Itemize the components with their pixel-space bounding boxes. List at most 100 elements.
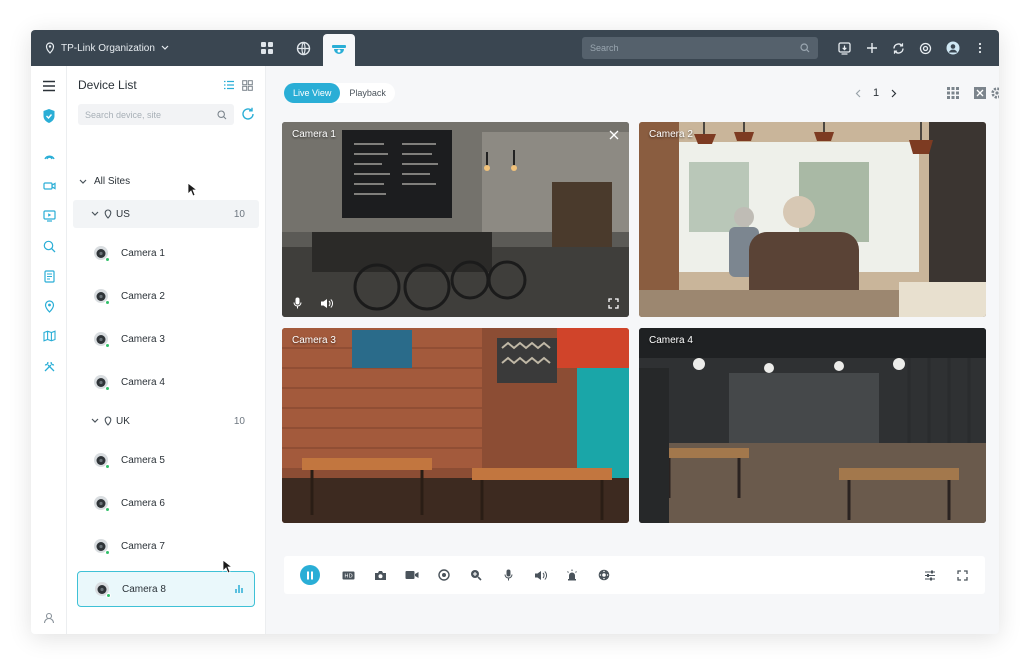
page-navigator: 1 — [851, 84, 901, 102]
dashboard-nav-button[interactable] — [251, 30, 283, 66]
user-avatar-button[interactable] — [939, 30, 966, 66]
camera-item-6[interactable]: Camera 6 — [77, 485, 255, 521]
record-button[interactable] — [402, 565, 422, 585]
site-node-us[interactable]: US 10 — [73, 200, 259, 228]
prev-page-button[interactable] — [851, 89, 865, 98]
svg-text:HD: HD — [344, 573, 352, 579]
logo — [39, 106, 59, 126]
rail-search-button[interactable] — [39, 236, 59, 256]
adjust-settings-button[interactable] — [920, 565, 940, 585]
camera-item-2[interactable]: Camera 2 — [77, 278, 255, 314]
camera-name: Camera 7 — [121, 540, 165, 552]
global-search-input[interactable]: Search — [582, 37, 818, 59]
camera-name: Camera 4 — [121, 376, 165, 388]
location-icon — [44, 299, 54, 313]
camera-item-4[interactable]: Camera 4 — [77, 364, 255, 400]
sync-button[interactable] — [885, 30, 912, 66]
location-pin-icon — [45, 42, 55, 54]
dome-camera-icon — [332, 45, 346, 54]
rail-location-button[interactable] — [39, 296, 59, 316]
online-status-dot — [105, 386, 110, 391]
camera-name: Camera 2 — [121, 290, 165, 302]
app-window: TP-Link Organization Search Device List … — [31, 30, 999, 634]
device-list-title: Device List — [78, 78, 137, 92]
tab-playback[interactable]: Playback — [340, 83, 395, 103]
rail-tools-button[interactable] — [39, 356, 59, 376]
menu-toggle-button[interactable] — [39, 76, 59, 96]
pause-icon — [307, 571, 313, 579]
camera-item-5[interactable]: Camera 5 — [77, 442, 255, 478]
layout-grid-button[interactable] — [943, 83, 963, 103]
rail-playback-button[interactable] — [39, 206, 59, 226]
fullscreen-button[interactable] — [952, 565, 972, 585]
chevron-right-icon — [891, 89, 897, 97]
online-status-dot — [105, 300, 110, 305]
chevron-down-icon — [161, 45, 169, 50]
ptz-button[interactable] — [594, 565, 614, 585]
search-placeholder: Search — [590, 43, 619, 53]
download-button[interactable] — [831, 30, 858, 66]
list-view-button[interactable] — [222, 78, 236, 92]
rail-account-button[interactable] — [39, 608, 59, 628]
search-icon — [800, 43, 810, 53]
signal-icon — [43, 155, 55, 159]
alarm-light-button[interactable] — [562, 565, 582, 585]
document-icon — [43, 269, 55, 283]
camera-tile-1[interactable]: Camera 1 — [282, 122, 629, 317]
tab-live-view[interactable]: Live View — [284, 83, 341, 103]
volume-icon[interactable] — [320, 298, 333, 309]
digital-zoom-button[interactable] — [466, 565, 486, 585]
microphone-icon[interactable] — [293, 297, 302, 309]
camera-icon — [374, 570, 386, 580]
mouse-cursor-icon — [187, 182, 197, 197]
site-node-uk[interactable]: UK 10 — [73, 407, 259, 435]
search-dashboard-icon — [43, 240, 55, 252]
search-icon — [217, 109, 227, 119]
user-icon — [43, 612, 55, 624]
rail-camera-button[interactable] — [39, 176, 59, 196]
rail-map-button[interactable] — [39, 326, 59, 346]
surveillance-nav-button[interactable] — [323, 34, 355, 66]
page-number: 1 — [872, 87, 880, 99]
camera-item-8[interactable]: Camera 8 — [77, 571, 255, 607]
close-icon[interactable] — [609, 130, 619, 140]
video-camera-icon — [42, 182, 56, 190]
hd-quality-button[interactable]: HD — [338, 565, 358, 585]
camera-item-1[interactable]: Camera 1 — [77, 235, 255, 271]
fullscreen-icon[interactable] — [608, 298, 619, 309]
rail-live-button[interactable] — [39, 146, 59, 166]
camera-tile-4[interactable]: Camera 4 — [639, 328, 986, 523]
dashboard-grid-icon — [261, 42, 273, 54]
organization-selector[interactable]: TP-Link Organization — [45, 30, 175, 66]
hamburger-icon — [43, 80, 55, 92]
view-mode-tabs: Live View Playback — [284, 83, 395, 103]
refresh-icon[interactable] — [240, 106, 256, 122]
more-menu-button[interactable] — [966, 30, 993, 66]
settings-target-button[interactable] — [912, 30, 939, 66]
video-record-icon — [405, 571, 419, 579]
target-button[interactable] — [434, 565, 454, 585]
globe-icon — [296, 41, 310, 55]
talk-button[interactable] — [498, 565, 518, 585]
grid-view-button[interactable] — [240, 78, 254, 92]
camera-name: Camera 8 — [122, 583, 166, 595]
all-sites-label: All Sites — [94, 176, 131, 187]
pause-button[interactable] — [300, 565, 320, 585]
playback-screen-icon — [42, 210, 56, 222]
chevron-down-icon — [79, 179, 87, 184]
camera-item-3[interactable]: Camera 3 — [77, 321, 255, 357]
view-settings-button[interactable] — [987, 83, 999, 103]
all-sites-node[interactable]: All Sites — [79, 176, 130, 187]
camera-tile-label: Camera 3 — [292, 335, 336, 346]
global-nav-button[interactable] — [287, 30, 319, 66]
add-button[interactable] — [858, 30, 885, 66]
camera-tile-3[interactable]: Camera 3 — [282, 328, 629, 523]
snapshot-button[interactable] — [370, 565, 390, 585]
camera-tile-2[interactable]: Camera 2 — [639, 122, 986, 317]
device-search-input[interactable]: Search device, site — [78, 104, 234, 125]
rail-logs-button[interactable] — [39, 266, 59, 286]
bar-chart-icon — [235, 585, 243, 593]
next-page-button[interactable] — [887, 89, 901, 98]
online-status-dot — [105, 257, 110, 262]
volume-button[interactable] — [530, 565, 550, 585]
